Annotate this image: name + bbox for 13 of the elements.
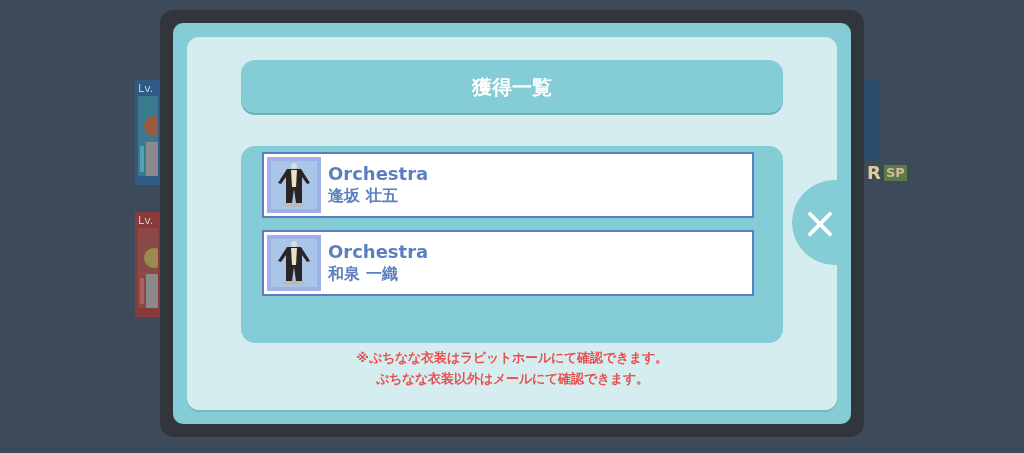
level-label: Lv. [138,82,155,96]
notice-text: ぷちなな衣装以外はメールにて確認できます。 [375,370,649,388]
character-name: 和泉 一織 [328,263,399,285]
rarity-letter: R [867,162,881,184]
character-name: 逢坂 壮五 [328,185,399,207]
costume-name: Orchestra [328,241,429,263]
dialog-title: 獲得一覧 [241,60,783,113]
rarity-badge: SP [883,165,907,181]
level-label: Lv. [138,214,155,228]
notice-text: ※ぷちなな衣装はラビットホールにて確認できます。 [356,349,668,367]
suit-icon [267,235,321,291]
suit-icon [267,157,321,213]
costume-name: Orchestra [328,163,429,185]
